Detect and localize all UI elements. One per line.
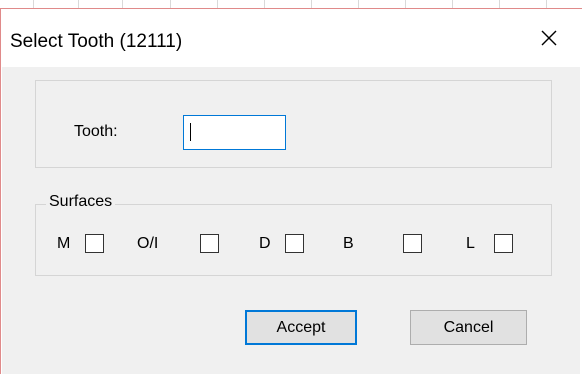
surface-checkbox-m[interactable] [85,234,104,253]
text-caret [190,123,191,141]
surface-label-b: B [343,235,354,252]
surface-label-d: D [259,235,271,252]
surface-checkbox-b[interactable] [403,234,422,253]
surface-checkbox-d[interactable] [285,234,304,253]
surface-checkbox-l[interactable] [494,234,513,253]
tooth-input[interactable] [183,115,286,150]
surface-checkbox-oi[interactable] [200,234,219,253]
title-bar: Select Tooth (12111) [2,9,580,67]
tooth-label: Tooth: [74,123,118,140]
cancel-button[interactable]: Cancel [410,310,527,345]
close-button[interactable] [526,19,572,57]
surfaces-legend: Surfaces [46,193,116,211]
accept-button[interactable]: Accept [245,310,357,345]
surface-label-oi: O/I [137,235,159,252]
window-title: Select Tooth (12111) [10,31,183,52]
surface-label-l: L [466,235,475,252]
background-red-line-left [0,8,1,374]
surface-label-m: M [57,235,71,252]
close-icon [541,30,557,46]
